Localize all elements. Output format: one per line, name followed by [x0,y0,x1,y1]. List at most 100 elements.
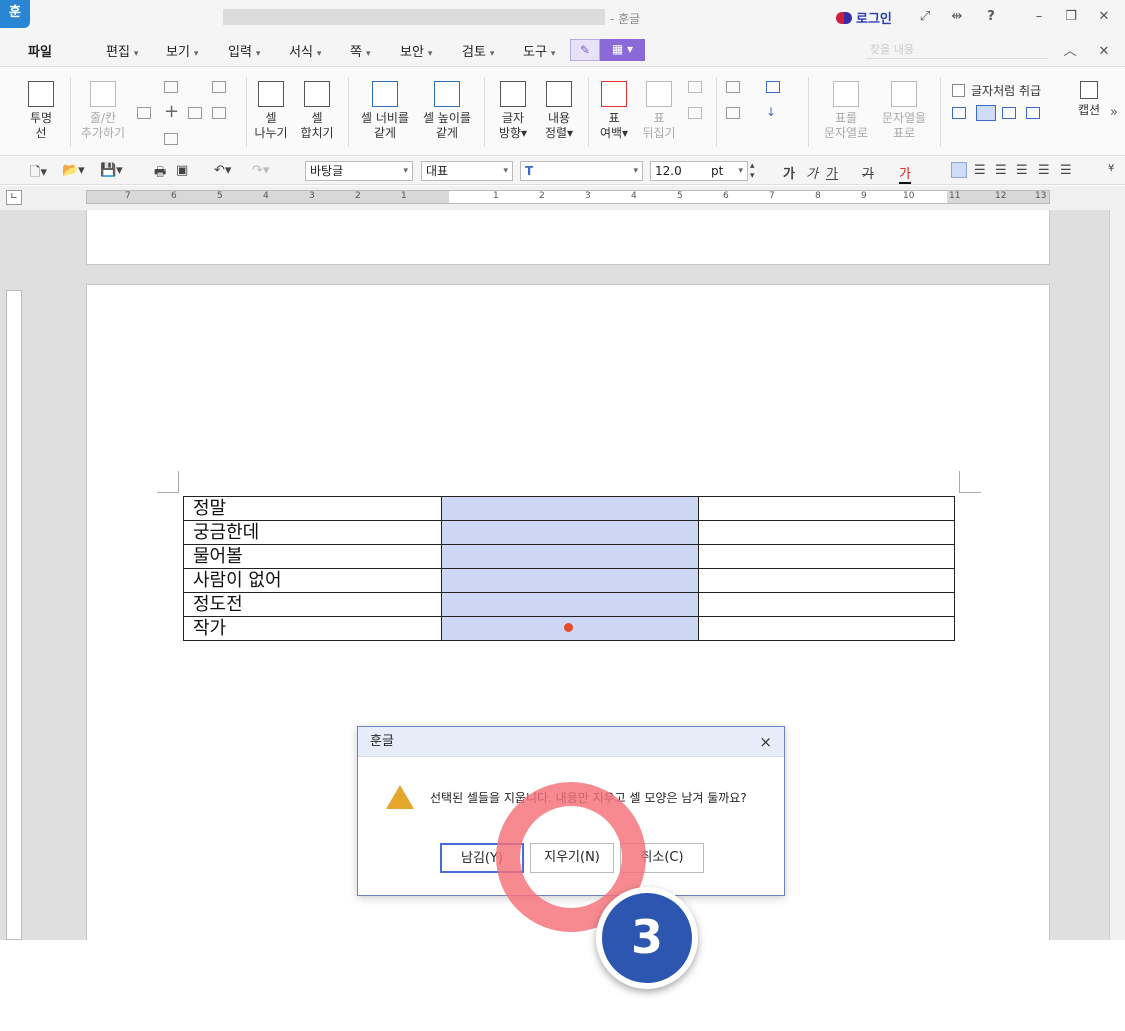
ribbon-collapse-icon[interactable]: ︿ [1062,44,1078,60]
new-document-icon[interactable]: 🗋▾ [30,163,47,185]
table-cell[interactable]: 정도전 [183,592,442,617]
treat-as-char-checkbox[interactable]: 글자처럼 취급 [952,82,1041,99]
font-color-button[interactable]: 가 [899,163,911,184]
search-input[interactable]: 찾을 내용 [866,41,1048,59]
table-cell[interactable] [698,592,955,617]
ruler-corner-button[interactable]: ∟ [6,190,22,205]
formula-icon[interactable] [766,81,780,93]
table-cell-selected[interactable] [441,568,699,593]
table-cell[interactable]: 작가 [183,616,442,641]
distribute-cols-icon[interactable] [688,107,702,119]
table-cell[interactable] [698,520,955,545]
table-cell-selected[interactable] [441,496,699,521]
text-direction-button[interactable]: 글자 방향▾ [492,81,534,141]
cell-fill-icon[interactable] [726,81,740,93]
align-distribute-icon[interactable]: ☰ [1038,163,1050,178]
redo-icon[interactable]: ↷▾ [252,163,269,178]
delete-row-icon[interactable] [212,107,226,119]
ribbon-more-icon[interactable]: » [1106,105,1122,121]
menu-page[interactable]: 쪽 ▾ [350,41,371,60]
print-icon[interactable]: 🖶 [154,163,166,185]
align-divide-icon[interactable]: ☰ [1060,163,1072,178]
underline-button[interactable]: 가 [826,163,838,182]
strikethrough-button[interactable]: 가 [862,163,874,182]
table-cell[interactable] [698,568,955,593]
table-cell[interactable]: 정말 [183,496,442,521]
text-to-table-button[interactable]: 문자열을 표로 [876,81,932,141]
save-icon[interactable]: 💾▾ [100,163,123,178]
menu-edit[interactable]: 편집 ▾ [106,41,138,60]
plus-icon[interactable]: + [164,103,179,121]
merge-cell-button[interactable]: 셀 합치기 [296,81,338,141]
bold-button[interactable]: 가 [783,163,795,182]
split-cell-button[interactable]: 셀 나누기 [252,81,290,141]
align-left-icon[interactable]: ☰ [974,163,986,178]
login-button[interactable]: 로그인 [836,8,892,27]
insert-right-icon[interactable] [188,107,202,119]
equal-width-button[interactable]: 셀 너비를 같게 [356,81,414,141]
italic-button[interactable]: 가 [806,163,818,182]
table-cell[interactable] [698,544,955,569]
sort-icon[interactable]: ↓ [766,106,780,119]
font-size-stepper[interactable]: ▴ ▾ [750,161,755,181]
preview-icon[interactable]: ▣ [176,163,188,178]
menu-insert[interactable]: 입력 ▾ [228,41,260,60]
insert-left-icon[interactable] [137,107,151,119]
add-row-col-button[interactable]: 줄/칸 추가하기 [76,81,130,141]
vertical-ruler[interactable] [6,290,22,940]
menu-file[interactable]: 파일 [28,41,52,60]
table-cell-selected[interactable] [441,592,699,617]
table-cell[interactable] [698,616,955,641]
table-cell-selected[interactable] [441,544,699,569]
horizontal-ruler[interactable]: 7 6 5 4 3 2 1 1 2 3 4 5 6 7 8 9 10 11 12… [86,190,1050,204]
menu-view[interactable]: 보기 ▾ [166,41,198,60]
menu-security[interactable]: 보안 ▾ [400,41,432,60]
style-select[interactable]: 바탕글 ▾ [305,161,413,181]
font-select[interactable]: T ▾ [520,161,643,181]
help-icon[interactable]: ? [983,9,999,25]
align-justify-icon[interactable] [951,162,967,178]
wrap-top-bottom-icon[interactable] [976,105,996,121]
font-size-input[interactable]: 12.0 pt ▾ [650,161,748,181]
table-cell[interactable] [698,496,955,521]
distribute-rows-icon[interactable] [688,81,702,93]
align-center-icon[interactable]: ☰ [995,163,1007,178]
table-cell[interactable]: 사람이 없어 [183,568,442,593]
table-margin-button[interactable]: 표 여백▾ [594,81,634,141]
wrap-front-icon[interactable] [1002,107,1016,119]
cell-border-icon[interactable] [726,107,740,119]
insert-below-icon[interactable] [164,133,178,145]
split-view-icon[interactable]: ⇹ [949,9,965,25]
menu-format[interactable]: 서식 ▾ [289,41,321,60]
menu-review[interactable]: 검토 ▾ [462,41,494,60]
open-folder-icon[interactable]: 📂▾ [62,163,85,178]
table-layout-tab-icon[interactable]: ▦ ▾ [600,39,645,61]
restore-icon[interactable]: ❐ [1063,9,1079,25]
wrap-none-icon[interactable] [952,107,966,119]
wrap-behind-icon[interactable] [1026,107,1040,119]
insert-above-icon[interactable] [164,81,178,93]
align-right-icon[interactable]: ☰ [1016,163,1028,178]
table-cell[interactable]: 궁금한데 [183,520,442,545]
minimize-icon[interactable]: – [1031,9,1047,25]
flip-table-button[interactable]: 표 뒤집기 [638,81,680,141]
undo-icon[interactable]: ↶▾ [214,163,231,178]
table-cell-selected[interactable] [441,520,699,545]
table-to-text-button[interactable]: 표를 문자열로 [818,81,874,141]
content-align-button[interactable]: 내용 정렬▾ [538,81,580,141]
font-group-select[interactable]: 대표 ▾ [421,161,513,181]
app-logo[interactable]: 훈 [0,0,30,28]
close-icon[interactable]: × [759,727,772,757]
document-table[interactable]: 정말 궁금한데 물어볼 사람이 없어 정도전 작가 [183,496,955,641]
toolbar-more-icon[interactable]: ¥ [1108,163,1114,174]
close-icon[interactable]: ✕ [1096,9,1112,25]
menu-tools[interactable]: 도구 ▾ [523,41,555,60]
table-design-tab-icon[interactable]: ✎ [570,39,600,61]
fullscreen-icon[interactable]: ⤢ [917,9,933,25]
caption-button[interactable]: 캡션 [1074,81,1104,122]
table-cell[interactable]: 물어볼 [183,544,442,569]
close-document-icon[interactable]: ✕ [1096,44,1112,60]
delete-column-icon[interactable] [212,81,226,93]
transparent-line-button[interactable]: 투명 선 [22,81,60,141]
vertical-scrollbar[interactable] [1109,210,1125,940]
